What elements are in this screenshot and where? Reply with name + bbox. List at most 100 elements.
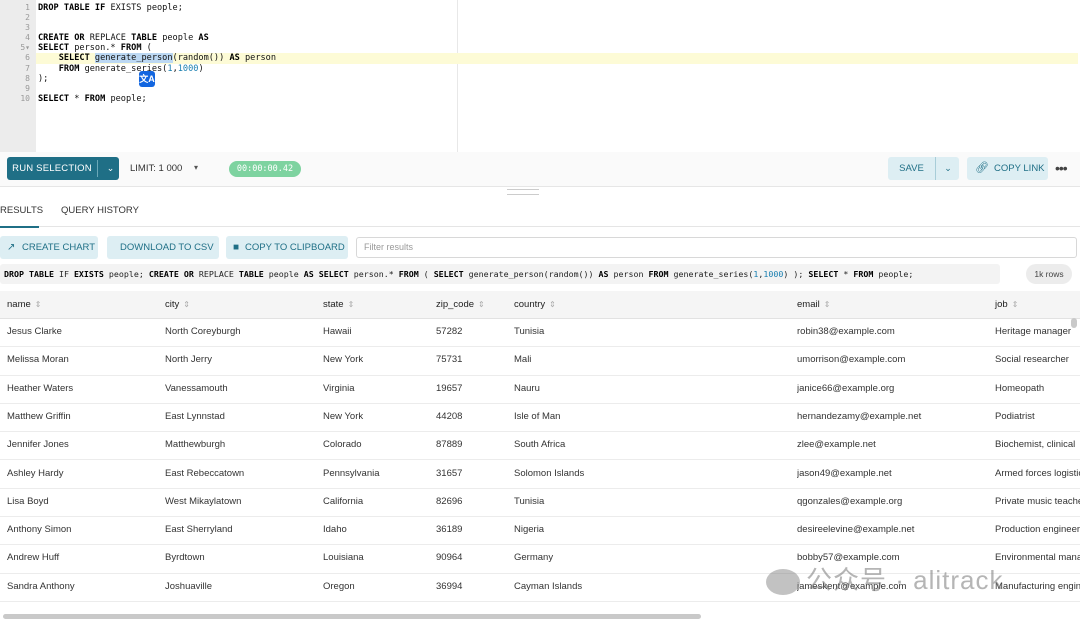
cell-job: Social researcher bbox=[995, 354, 1069, 366]
chevron-down-icon[interactable]: ⌄ bbox=[102, 157, 119, 180]
cell-name: Lisa Boyd bbox=[7, 495, 49, 507]
cell-state: Idaho bbox=[323, 524, 347, 536]
column-header-job[interactable]: job ⇕ bbox=[995, 291, 1018, 318]
chevron-down-icon[interactable]: ⌄ bbox=[940, 157, 956, 180]
cell-name: Jennifer Jones bbox=[7, 439, 69, 451]
code-area[interactable]: DROP TABLE IF EXISTS people; CREATE OR R… bbox=[36, 3, 1080, 104]
cell-country: Mali bbox=[514, 354, 532, 366]
line-number-gutter: 1 2 3 4 5▾ 6 7 8 9 10 bbox=[0, 0, 36, 152]
horizontal-scrollbar[interactable] bbox=[0, 612, 1080, 620]
table-row[interactable]: Lisa Boyd West Mikaylatown California 82696… bbox=[0, 488, 1080, 518]
cell-email: qgonzales@example.org bbox=[797, 495, 903, 507]
cell-state: Hawaii bbox=[323, 326, 352, 337]
cell-email: janice66@example.org bbox=[797, 382, 895, 394]
cell-state: New York bbox=[323, 354, 364, 366]
cell-name: Heather Waters bbox=[7, 382, 74, 394]
table-row[interactable]: Ashley Hardy East Rebeccatown Pennsylvania… bbox=[0, 460, 1080, 489]
cell-name: Anthony Simon bbox=[7, 524, 72, 536]
caret-down-icon[interactable]: ▾ bbox=[194, 163, 198, 172]
limit-value: 1 000 bbox=[158, 163, 183, 174]
table-row[interactable]: Melissa Moran North Jerry New York 75731 Mal… bbox=[0, 346, 1080, 376]
cell-city: North Jerry bbox=[165, 354, 212, 366]
line-number: 2 bbox=[25, 13, 30, 23]
table-row[interactable]: Jesus Clarke North Coreyburgh Hawaii 57282 T… bbox=[0, 318, 1080, 348]
cell-zip-code: 57282 bbox=[436, 326, 463, 337]
cell-job: Podiatrist bbox=[995, 410, 1035, 422]
cell-state: New York bbox=[323, 410, 364, 422]
column-header-email[interactable]: email ⇕ bbox=[797, 291, 830, 318]
table-row[interactable]: Jennifer Jones Matthewburgh Colorado 87889 S… bbox=[0, 431, 1080, 461]
column-header-zip-code[interactable]: zip_code ⇕ bbox=[436, 291, 485, 318]
column-header-city[interactable]: city ⇕ bbox=[165, 291, 190, 318]
cell-job: Armed forces logistics bbox=[995, 467, 1080, 479]
cell-city: Joshuaville bbox=[165, 580, 212, 592]
fold-chevron-icon[interactable]: ▾ bbox=[25, 43, 30, 52]
line-number: 4 bbox=[25, 33, 30, 43]
run-selection-button[interactable]: RUN SELECTION ⌄ bbox=[7, 157, 119, 180]
code-line-7: FROM generate_series(1,1000) bbox=[58, 63, 204, 74]
table-row[interactable]: Anthony Simon East Sherryland Idaho 36189 Ni… bbox=[0, 516, 1080, 546]
translate-icon[interactable]: 文A bbox=[139, 71, 155, 87]
results-tabs: RESULTS QUERY HISTORY bbox=[0, 199, 1080, 228]
scrollbar-thumb[interactable] bbox=[3, 614, 701, 619]
line-number: 1 bbox=[25, 3, 30, 12]
button-divider bbox=[97, 160, 98, 177]
cell-zip-code: 87889 bbox=[436, 439, 463, 451]
line-number: 7 bbox=[25, 63, 30, 73]
cell-zip-code: 36189 bbox=[436, 524, 463, 536]
cell-name: Sandra Anthony bbox=[7, 580, 75, 592]
column-header-name[interactable]: name ⇕ bbox=[7, 291, 41, 318]
sort-icon: ⇕ bbox=[347, 300, 355, 309]
cell-country: Cayman Islands bbox=[514, 580, 583, 592]
cell-name: Ashley Hardy bbox=[7, 467, 64, 479]
cell-state: Pennsylvania bbox=[323, 467, 380, 479]
cell-state: Virginia bbox=[323, 382, 355, 394]
more-options-icon[interactable]: ••• bbox=[1055, 160, 1068, 176]
limit-selector[interactable]: LIMIT: 1 000 bbox=[130, 163, 182, 174]
line-number: 10 bbox=[20, 93, 30, 103]
download-csv-button[interactable]: DOWNLOAD TO CSV bbox=[107, 236, 219, 259]
copy-link-label: COPY LINK bbox=[994, 163, 1045, 174]
cell-job: Production engineer bbox=[995, 524, 1080, 536]
sort-icon: ⇕ bbox=[34, 300, 42, 309]
sort-icon: ⇕ bbox=[478, 300, 485, 309]
download-csv-label: DOWNLOAD TO CSV bbox=[120, 242, 214, 253]
cell-name: Melissa Moran bbox=[7, 354, 69, 366]
cell-country: Tunisia bbox=[514, 326, 545, 337]
cell-zip-code: 82696 bbox=[436, 495, 463, 507]
code-line-5: SELECT person.* FROM ( bbox=[38, 43, 152, 54]
cell-zip-code: 19657 bbox=[436, 382, 463, 394]
copy-link-button[interactable]: 🔗︎ COPY LINK bbox=[967, 157, 1048, 180]
cell-city: North Coreyburgh bbox=[165, 326, 241, 337]
cell-city: West Mikaylatown bbox=[165, 495, 242, 507]
tab-query-history[interactable]: QUERY HISTORY bbox=[61, 199, 139, 226]
cell-country: Nigeria bbox=[514, 524, 545, 536]
cell-city: East Rebeccatown bbox=[165, 467, 245, 479]
results-actions: ↗ CREATE CHART DOWNLOAD TO CSV ■ COPY TO… bbox=[0, 236, 1080, 261]
copy-clipboard-button[interactable]: ■ COPY TO CLIPBOARD bbox=[226, 236, 348, 259]
row-count-badge: 1k rows bbox=[1026, 264, 1072, 284]
table-header: name ⇕ city ⇕ state ⇕ zip_code ⇕ country ⇕ em… bbox=[0, 291, 1080, 319]
cell-country: South Africa bbox=[514, 439, 566, 451]
column-header-country[interactable]: country ⇕ bbox=[514, 291, 556, 318]
create-chart-button[interactable]: ↗ CREATE CHART bbox=[0, 236, 98, 259]
vertical-scrollbar[interactable] bbox=[1071, 318, 1077, 328]
line-number: 9 bbox=[25, 83, 30, 93]
cell-email: jason49@example.net bbox=[797, 467, 892, 479]
resize-handle[interactable] bbox=[507, 189, 539, 195]
column-header-state[interactable]: state ⇕ bbox=[323, 291, 354, 318]
filter-results-input[interactable]: Filter results bbox=[356, 237, 1077, 258]
code-line-8: ); bbox=[38, 73, 49, 84]
cell-state: Louisiana bbox=[323, 552, 364, 564]
tab-results[interactable]: RESULTS bbox=[0, 199, 43, 228]
table-row[interactable]: Heather Waters Vanessamouth Virginia 19657 N… bbox=[0, 375, 1080, 404]
save-button[interactable]: SAVE ⌄ bbox=[888, 157, 959, 180]
sql-editor[interactable]: 1 2 3 4 5▾ 6 7 8 9 10 DROP TABLE IF EXIS… bbox=[0, 0, 1080, 153]
table-row[interactable]: Matthew Griffin East Lynnstad New York 4420… bbox=[0, 403, 1080, 433]
elapsed-time-badge: 00:00:00.42 bbox=[229, 161, 301, 177]
create-chart-label: CREATE CHART bbox=[22, 242, 96, 253]
line-number-fold[interactable]: 5▾ bbox=[0, 43, 36, 53]
